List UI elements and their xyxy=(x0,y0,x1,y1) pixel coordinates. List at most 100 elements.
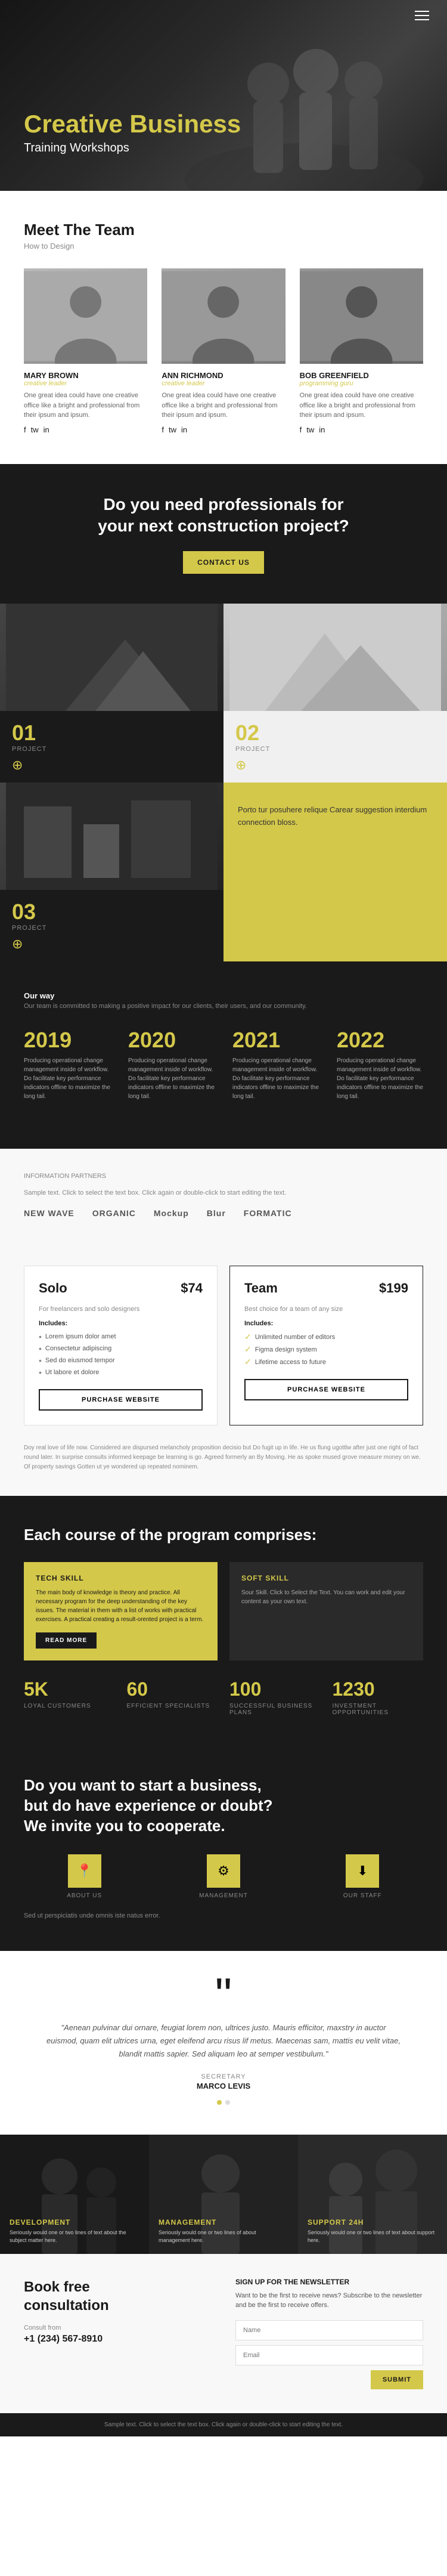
newsletter-name-input[interactable] xyxy=(235,2320,423,2340)
project-label-2: 03 PROJECT ⊕ xyxy=(0,890,224,961)
footer-phone: +1 (234) 567-8910 xyxy=(24,2334,212,2345)
plan-feature-team-1: ✓ Figma design system xyxy=(244,1344,408,1355)
plan-feature-solo-2: • Sed do eiusmod tempor xyxy=(39,1356,203,1365)
year-text-3: Producing operational change management … xyxy=(337,1056,423,1101)
facebook-icon-2[interactable]: f xyxy=(300,425,302,434)
plan-tagline-solo: For freelancers and solo designers xyxy=(39,1306,203,1313)
our-way-title: Our way xyxy=(24,991,423,1000)
bottom-photo-2: SUPPORT 24H Seriously would one or two l… xyxy=(298,2135,447,2254)
project-number-0: 01 xyxy=(12,720,212,746)
program-card-soft: SOFT SKILL Sour Skill. Click to Select t… xyxy=(229,1562,423,1660)
plan-name-team: Team xyxy=(244,1281,278,1296)
instagram-icon-0[interactable]: in xyxy=(44,425,49,434)
plan-price-solo: $74 xyxy=(181,1281,203,1296)
project-icon-2[interactable]: ⊕ xyxy=(12,936,212,952)
year-num-3: 2022 xyxy=(337,1028,423,1053)
newsletter-form: SUBMIT xyxy=(235,2320,423,2389)
stat-item-3: 1230 INVESTMENT OPPORTUNITIES xyxy=(333,1678,424,1716)
pricing-section: Solo $74 For freelancers and solo design… xyxy=(0,1242,447,1496)
stat-number-2: 100 xyxy=(229,1678,321,1700)
check-icon-0: ✓ xyxy=(244,1332,252,1342)
team-photo-2 xyxy=(300,268,423,364)
partner-logo-4: FORMATIC xyxy=(244,1208,292,1218)
team-role-0: creative leader xyxy=(24,380,147,387)
dot-active[interactable] xyxy=(217,2100,222,2105)
team-purchase-button[interactable]: Purchase Website xyxy=(244,1379,408,1400)
stats-row: 5K LOYAL CUSTOMERS 60 EFFICIENT SPECIALI… xyxy=(24,1678,423,1716)
project-icon-1[interactable]: ⊕ xyxy=(235,757,435,773)
twitter-icon-1[interactable]: tw xyxy=(169,425,176,434)
pricing-cards: Solo $74 For freelancers and solo design… xyxy=(24,1266,423,1425)
staff-icon[interactable]: ⬇ xyxy=(346,1854,379,1888)
icon-item-staff: ⬇ OUR STAFF xyxy=(302,1854,423,1899)
bottom-photo-title-2: SUPPORT 24H xyxy=(308,2218,437,2226)
stat-number-0: 5K xyxy=(24,1678,115,1700)
footer-bar: Sample text. Click to select the text bo… xyxy=(0,2413,447,2436)
our-way-section: Our way Our team is committed to making … xyxy=(0,961,447,1149)
project-tag-0: PROJECT xyxy=(12,746,212,753)
bottom-photo-title-0: DEVELOPMENT xyxy=(10,2218,139,2226)
plan-price-team: $199 xyxy=(379,1281,408,1296)
footer-from-label: Consult from xyxy=(24,2324,212,2331)
footer-left: Book freeconsultation Consult from +1 (2… xyxy=(24,2278,212,2389)
newsletter-heading: SIGN UP FOR THE NEWSLETTER xyxy=(235,2278,423,2286)
partners-section: INFORMATION PARTNERS Sample text. Click … xyxy=(0,1149,447,1242)
hamburger-menu[interactable] xyxy=(415,11,429,20)
team-card-2: BOB GREENFIELD programming guru One grea… xyxy=(300,268,423,434)
project-cell-0: 01 PROJECT ⊕ xyxy=(0,604,224,783)
twitter-icon-0[interactable]: tw xyxy=(31,425,39,434)
plan-name-solo: Solo xyxy=(39,1281,67,1296)
years-row: 2019 Producing operational change manage… xyxy=(24,1028,423,1101)
facebook-icon-0[interactable]: f xyxy=(24,425,26,434)
cooperation-section: Do you want to start a business,but do h… xyxy=(0,1746,447,1951)
projects-grid: 01 PROJECT ⊕ 02 PROJECT ⊕ 03 PROJECT xyxy=(0,604,447,961)
instagram-icon-2[interactable]: in xyxy=(319,425,325,434)
program-grid: TECH SKILL The main body of knowledge is… xyxy=(24,1562,423,1660)
pricing-card-solo: Solo $74 For freelancers and solo design… xyxy=(24,1266,218,1425)
program-title: Each course of the program comprises: xyxy=(24,1526,423,1544)
contact-us-button[interactable]: CONTACT US xyxy=(183,551,264,574)
meet-team-subtitle: How to Design xyxy=(24,242,423,251)
bullet-icon: • xyxy=(39,1344,42,1353)
stat-number-3: 1230 xyxy=(333,1678,424,1700)
plan-feature-team-2: ✓ Lifetime access to future xyxy=(244,1357,408,1367)
partner-logo-1: ORGANIC xyxy=(92,1208,136,1218)
team-desc-2: One great idea could have one creative o… xyxy=(300,391,423,420)
project-icon-0[interactable]: ⊕ xyxy=(12,757,212,773)
facebook-icon-1[interactable]: f xyxy=(162,425,164,434)
stat-item-0: 5K LOYAL CUSTOMERS xyxy=(24,1678,115,1716)
cooperation-desc: Sed ut perspiciatis unde omnis iste natu… xyxy=(24,1911,423,1922)
plan-header-team: Team $199 xyxy=(244,1281,408,1296)
footer-bar-text: Sample text. Click to select the text bo… xyxy=(104,2422,343,2428)
program-card-title-soft: SOFT SKILL xyxy=(241,1574,411,1582)
newsletter-email-input[interactable] xyxy=(235,2345,423,2365)
instagram-icon-1[interactable]: in xyxy=(181,425,187,434)
management-icon[interactable]: ⚙ xyxy=(207,1854,240,1888)
bullet-icon: • xyxy=(39,1356,42,1365)
year-num-2: 2021 xyxy=(232,1028,319,1053)
project-cell-3: Porto tur posuhere relique Carear sugges… xyxy=(224,783,447,961)
plan-feature-solo-3: • Ut labore et dolore xyxy=(39,1368,203,1377)
about-icon[interactable]: 📍 xyxy=(68,1854,101,1888)
stat-label-0: LOYAL CUSTOMERS xyxy=(24,1703,115,1709)
team-grid: MARY BROWN creative leader One great ide… xyxy=(24,268,423,434)
quote-text: "Aenean pulvinar dui ornare, feugiat lor… xyxy=(45,2021,402,2061)
dot-inactive[interactable] xyxy=(225,2100,230,2105)
year-num-0: 2019 xyxy=(24,1028,110,1053)
team-desc-1: One great idea could have one creative o… xyxy=(162,391,285,420)
check-icon-2: ✓ xyxy=(244,1357,252,1367)
bottom-photo-title-1: MANAGEMENT xyxy=(159,2218,288,2226)
team-card-1: ANN RICHMOND creative leader One great i… xyxy=(162,268,285,434)
project-label-1: 02 PROJECT ⊕ xyxy=(224,711,447,783)
plan-feature-team-0: ✓ Unlimited number of editors xyxy=(244,1332,408,1342)
newsletter-submit-button[interactable]: SUBMIT xyxy=(371,2370,423,2389)
read-more-button-tech[interactable]: READ MORE xyxy=(36,1632,97,1649)
bottom-photo-1: MANAGEMENT Seriously would one or two li… xyxy=(149,2135,298,2254)
project-photo-1 xyxy=(224,604,447,711)
year-text-1: Producing operational change management … xyxy=(128,1056,215,1101)
solo-purchase-button[interactable]: Purchase Website xyxy=(39,1389,203,1411)
program-card-title-tech: TECH SKILL xyxy=(36,1574,206,1582)
twitter-icon-2[interactable]: tw xyxy=(306,425,314,434)
plan-tagline-team: Best choice for a team of any size xyxy=(244,1306,408,1313)
partner-logo-0: NEW WAVE xyxy=(24,1208,74,1218)
